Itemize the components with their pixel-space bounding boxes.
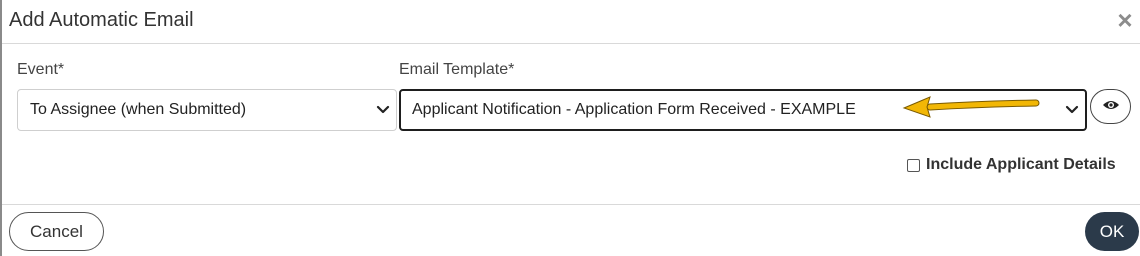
- dialog-title: Add Automatic Email: [9, 9, 194, 31]
- cancel-button[interactable]: Cancel: [9, 212, 104, 251]
- close-icon[interactable]: ×: [1114, 7, 1136, 33]
- event-label: Event*: [17, 61, 65, 78]
- ok-button[interactable]: OK: [1085, 212, 1139, 251]
- event-select-value: To Assignee (when Submitted): [30, 101, 247, 118]
- chevron-down-icon: [372, 99, 394, 121]
- footer-divider: [2, 204, 1140, 205]
- include-applicant-details-label[interactable]: Include Applicant Details: [926, 156, 1116, 174]
- email-template-select[interactable]: Applicant Notification - Application For…: [399, 89, 1087, 131]
- email-template-select-value: Applicant Notification - Application For…: [412, 101, 856, 118]
- add-automatic-email-dialog: Add Automatic Email × Event* To Assignee…: [0, 0, 1140, 256]
- email-template-label: Email Template*: [399, 61, 515, 78]
- chevron-down-icon: [1061, 99, 1083, 121]
- event-select[interactable]: To Assignee (when Submitted): [17, 89, 397, 131]
- preview-button[interactable]: [1090, 89, 1131, 124]
- include-applicant-details-row[interactable]: Include Applicant Details: [907, 156, 1116, 174]
- include-applicant-details-checkbox[interactable]: [907, 158, 920, 172]
- eye-icon: [1102, 98, 1120, 116]
- dialog-header: Add Automatic Email ×: [2, 0, 1140, 44]
